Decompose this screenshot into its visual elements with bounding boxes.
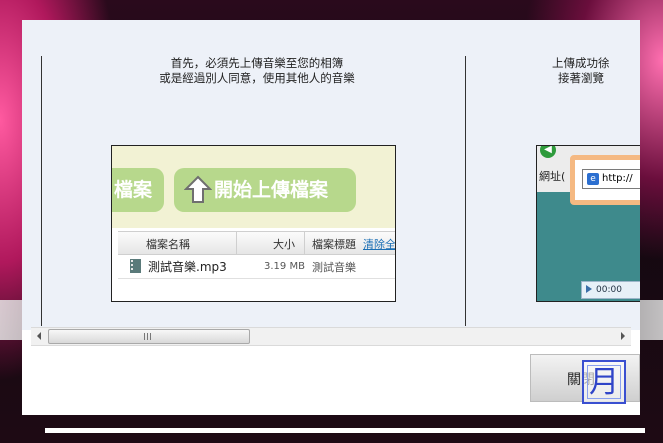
player-time: 00:00 — [596, 285, 622, 295]
step1-screenshot: 檔案 開始上傳檔案 檔案名稱 大小 檔案標題 清除全 測試音樂.mp3 3.19… — [111, 145, 396, 302]
film-file-icon — [130, 259, 141, 273]
step1-caption-line2: 或是經過別人同意，使用其他人的音樂 — [159, 71, 355, 85]
step1-caption-line1: 首先，必須先上傳音樂至您的相簿 — [170, 56, 344, 70]
ime-indicator: 月 — [582, 360, 626, 404]
media-player: 00:00 — [581, 281, 640, 299]
header-separator — [236, 232, 237, 254]
upload-arrow-icon — [184, 175, 212, 203]
file-size: 3.19 MB — [264, 261, 305, 272]
help-dialog: 首先，必須先上傳音樂至您的相簿 或是經過別人同意，使用其他人的音樂 檔案 開始上… — [22, 20, 640, 415]
step2-caption: 上傳成功徐 接著瀏覽 — [552, 56, 610, 86]
file-title: 測試音樂 — [312, 261, 356, 274]
header-separator — [304, 232, 305, 254]
header-title: 檔案標題 — [312, 238, 356, 251]
scrollbar-grip-icon — [144, 333, 152, 340]
address-url: http:// — [602, 173, 633, 184]
start-upload-button: 開始上傳檔案 — [174, 168, 356, 212]
upload-button-partial: 檔案 — [112, 168, 164, 212]
row-divider — [118, 278, 395, 279]
desktop-background-bar — [45, 428, 645, 433]
browser-icon: e — [587, 173, 599, 185]
file-table-header: 檔案名稱 大小 檔案標題 清除全 — [118, 231, 396, 255]
address-bar: e http:// — [582, 169, 640, 189]
upload-button-partial-label: 檔案 — [114, 179, 153, 201]
ime-char: 月 — [589, 365, 619, 400]
step-divider — [41, 56, 42, 326]
step-divider — [465, 56, 466, 326]
header-filename: 檔案名稱 — [146, 238, 190, 251]
header-size: 大小 — [273, 238, 295, 251]
horizontal-scrollbar[interactable] — [31, 327, 631, 346]
scroll-right-arrow-icon[interactable] — [621, 332, 625, 340]
play-icon — [586, 285, 592, 293]
step2-screenshot: ◀ 網址( e http:// 00:00 — [536, 145, 640, 302]
step2-caption-line2: 接著瀏覽 — [558, 71, 604, 85]
table-row: 測試音樂.mp3 3.19 MB 測試音樂 — [118, 254, 395, 279]
scroll-left-arrow-icon[interactable] — [37, 332, 41, 340]
step1-caption: 首先，必須先上傳音樂至您的相簿 或是經過別人同意，使用其他人的音樂 — [92, 56, 422, 86]
address-label: 網址( — [539, 170, 566, 183]
scrollbar-thumb[interactable] — [48, 329, 250, 344]
clear-all-link: 清除全 — [363, 238, 396, 251]
address-highlight: e http:// — [570, 155, 640, 205]
tutorial-viewport: 首先，必須先上傳音樂至您的相簿 或是經過別人同意，使用其他人的音樂 檔案 開始上… — [22, 20, 640, 330]
file-name: 測試音樂.mp3 — [148, 260, 227, 274]
start-upload-label: 開始上傳檔案 — [214, 179, 329, 201]
step2-caption-line1: 上傳成功徐 — [552, 56, 610, 70]
